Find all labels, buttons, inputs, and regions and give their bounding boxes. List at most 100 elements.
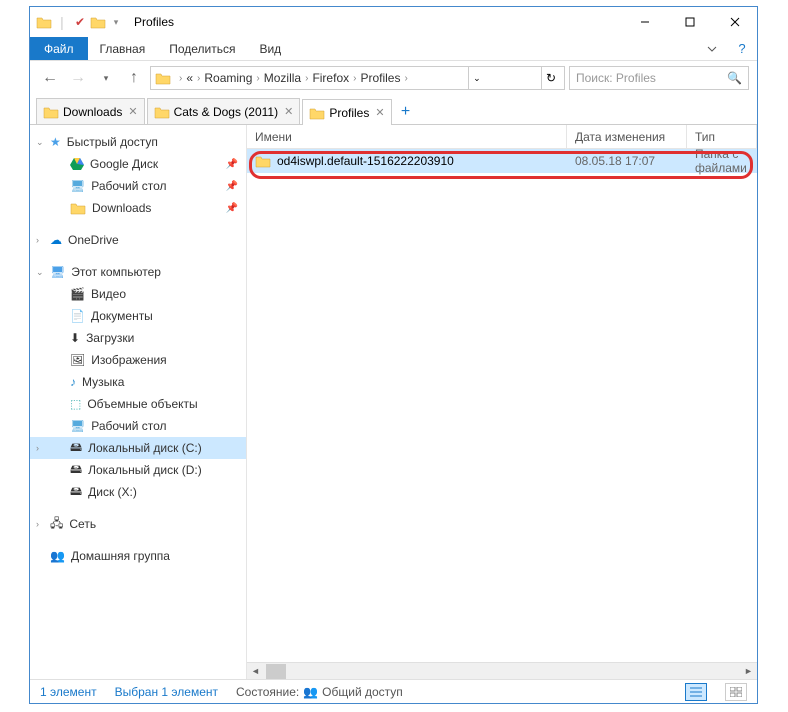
tab-close-icon[interactable]: ✕ [284,105,293,118]
titlebar: | ✔ ▾ Profiles [30,7,757,37]
column-type[interactable]: Тип [687,125,757,148]
status-state: Состояние:👥Общий доступ [236,685,403,699]
history-dropdown[interactable]: ▾ [94,66,118,90]
search-icon[interactable]: 🔍 [727,71,742,85]
3d-icon: ⬚ [70,397,81,411]
file-row[interactable]: od4iswpl.default-1516222203910 08.05.18 … [247,149,757,173]
status-selected: Выбран 1 элемент [115,685,218,699]
network-icon: 🖧 [50,514,63,535]
chevron-right-icon[interactable]: › [305,73,308,84]
file-tab[interactable]: Файл [30,37,88,60]
nav-item[interactable]: 📄Документы [30,305,246,327]
file-list-pane: Имени Дата изменения Тип od4iswpl.defaul… [247,125,757,679]
chevron-right-icon[interactable]: › [197,73,200,84]
drive-icon: 🖴 [70,438,82,459]
tab-label: Downloads [63,105,122,119]
chevron-right-icon[interactable]: › [179,73,182,84]
scroll-thumb[interactable] [266,664,286,679]
chevron-right-icon[interactable]: › [36,443,39,453]
nav-item[interactable]: ♪Музыка [30,371,246,393]
drive-icon: 🖴 [70,460,82,481]
nav-quick-access[interactable]: ⌄★Быстрый доступ [30,131,246,153]
up-button[interactable]: ↑ [122,66,146,90]
nav-item[interactable]: ⬚Объемные объекты [30,393,246,415]
nav-item[interactable]: Google Диск📌 [30,153,246,175]
breadcrumb-item[interactable]: Mozilla [264,71,301,85]
chevron-down-icon[interactable]: ⌄ [36,267,44,278]
search-placeholder: Поиск: Profiles [576,71,656,85]
nav-homegroup[interactable]: 👥Домашняя группа [30,545,246,567]
breadcrumb-item[interactable]: Profiles [360,71,400,85]
downloads-icon: ⬇ [70,331,80,345]
breadcrumb[interactable]: › « › Roaming › Mozilla › Firefox › Prof… [150,66,565,90]
nav-item[interactable]: 🖼Изображения [30,349,246,371]
chevron-right-icon[interactable]: › [36,519,39,529]
window-title: Profiles [134,15,174,29]
horizontal-scrollbar[interactable]: ◄ ► [247,662,757,679]
drive-icon: 🖴 [70,482,82,503]
folder-tabs: Downloads ✕ Cats & Dogs (2011) ✕ Profile… [30,95,757,125]
chevron-right-icon[interactable]: › [36,235,39,245]
nav-item[interactable]: ⬇Загрузки [30,327,246,349]
breadcrumb-item[interactable]: Firefox [312,71,349,85]
people-icon: 👥 [303,685,318,699]
column-date[interactable]: Дата изменения [567,125,687,148]
ribbon-tab-share[interactable]: Поделиться [157,37,247,60]
file-name: od4iswpl.default-1516222203910 [277,154,454,168]
onedrive-icon: ☁ [50,233,62,247]
forward-button[interactable]: → [66,66,90,90]
close-button[interactable] [712,7,757,37]
tab-label: Cats & Dogs (2011) [174,105,279,119]
refresh-button[interactable]: ↻ [541,67,560,89]
nav-item[interactable]: 🖥Рабочий стол [30,415,246,437]
nav-item[interactable]: 🖴Диск (X:) [30,481,246,503]
ribbon-expand-button[interactable] [697,37,727,60]
qat-dropdown-icon[interactable]: ▾ [108,14,124,30]
pin-icon: 📌 [226,181,238,192]
maximize-button[interactable] [667,7,712,37]
pin-icon: 📌 [226,159,238,170]
nav-item[interactable]: 🖴Локальный диск (D:) [30,459,246,481]
nav-item[interactable]: Downloads📌 [30,197,246,219]
search-input[interactable]: Поиск: Profiles 🔍 [569,66,749,90]
desktop-icon: 🖥 [70,419,85,433]
status-bar: 1 элемент Выбран 1 элемент Состояние:👥Об… [30,679,757,703]
nav-item[interactable]: 🎬Видео [30,283,246,305]
folder-tab[interactable]: Cats & Dogs (2011) ✕ [147,98,301,124]
column-name[interactable]: Имени [247,125,567,148]
nav-network[interactable]: ›🖧Сеть [30,513,246,535]
ribbon-tab-home[interactable]: Главная [88,37,158,60]
breadcrumb-item[interactable]: Roaming [204,71,252,85]
nav-onedrive[interactable]: ›☁OneDrive [30,229,246,251]
ribbon-tab-view[interactable]: Вид [247,37,293,60]
nav-item[interactable]: 🖥Рабочий стол📌 [30,175,246,197]
folder-icon [36,14,52,30]
scroll-right-icon[interactable]: ► [740,663,757,680]
desktop-icon: 🖥 [70,179,85,193]
view-icons-button[interactable] [725,683,747,701]
folder-tab[interactable]: Profiles ✕ [302,99,391,125]
breadcrumb-dropdown[interactable]: ⌄ [468,67,485,89]
scroll-left-icon[interactable]: ◄ [247,663,264,680]
breadcrumb-prev[interactable]: « [186,71,193,85]
content-area: ⌄★Быстрый доступ Google Диск📌 🖥Рабочий с… [30,125,757,679]
minimize-button[interactable] [622,7,667,37]
chevron-right-icon[interactable]: › [353,73,356,84]
gdrive-icon [70,156,84,173]
qat-folder-icon[interactable] [90,14,106,30]
chevron-right-icon[interactable]: › [256,73,259,84]
folder-tab[interactable]: Downloads ✕ [36,98,145,124]
chevron-down-icon[interactable]: ⌄ [36,137,44,148]
nav-item[interactable]: ›🖴Локальный диск (C:) [30,437,246,459]
view-details-button[interactable] [685,683,707,701]
tab-close-icon[interactable]: ✕ [375,106,384,119]
chevron-right-icon[interactable]: › [404,73,407,84]
file-type: Папка с файлами [687,147,757,175]
tab-close-icon[interactable]: ✕ [128,105,137,118]
qat-check-icon[interactable]: ✔ [72,14,88,30]
nav-this-pc[interactable]: ⌄🖥Этот компьютер [30,261,246,283]
help-button[interactable]: ? [727,37,757,60]
file-list[interactable]: od4iswpl.default-1516222203910 08.05.18 … [247,149,757,662]
add-tab-button[interactable]: + [394,100,418,124]
back-button[interactable]: ← [38,66,62,90]
